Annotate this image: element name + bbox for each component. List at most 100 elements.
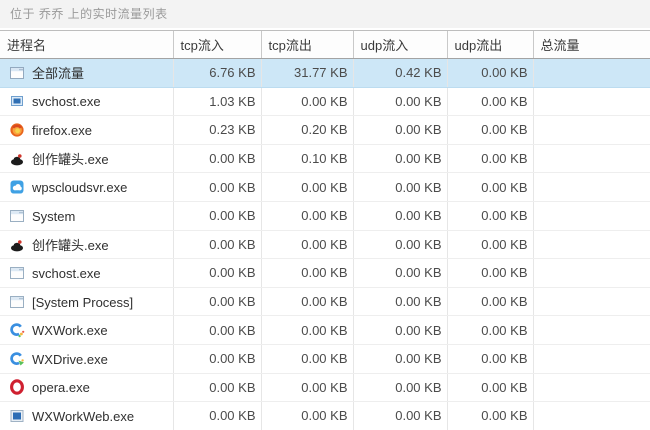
process-name-cell: opera.exe — [0, 373, 173, 402]
table-row[interactable]: firefox.exe0.23 KB0.20 KB0.00 KB0.00 KB — [0, 116, 650, 145]
wxwork-icon — [9, 322, 25, 338]
process-name-cell: 创作罐头.exe — [0, 144, 173, 173]
cell-total — [533, 87, 650, 116]
cell-tcp-in: 0.00 KB — [173, 402, 261, 430]
cell-total — [533, 230, 650, 259]
cell-udp-in: 0.00 KB — [353, 144, 447, 173]
cell-udp-out: 0.00 KB — [447, 87, 533, 116]
table-row[interactable]: opera.exe0.00 KB0.00 KB0.00 KB0.00 KB — [0, 373, 650, 402]
cell-udp-in: 0.00 KB — [353, 116, 447, 145]
process-name: 创作罐头.exe — [32, 238, 109, 253]
cell-total — [533, 116, 650, 145]
cell-total — [533, 287, 650, 316]
cell-tcp-out: 0.00 KB — [261, 87, 353, 116]
table-row[interactable]: 创作罐头.exe0.00 KB0.00 KB0.00 KB0.00 KB — [0, 230, 650, 259]
wxworkweb-icon — [9, 408, 25, 424]
cell-tcp-out: 0.00 KB — [261, 344, 353, 373]
process-name: WXWork.exe — [32, 323, 108, 338]
cell-udp-in: 0.00 KB — [353, 173, 447, 202]
process-name-cell: System — [0, 201, 173, 230]
process-name: WXWorkWeb.exe — [32, 409, 134, 424]
cell-udp-out: 0.00 KB — [447, 116, 533, 145]
cell-total — [533, 259, 650, 288]
table-row[interactable]: wpscloudsvr.exe0.00 KB0.00 KB0.00 KB0.00… — [0, 173, 650, 202]
cell-total — [533, 373, 650, 402]
cell-tcp-out: 0.00 KB — [261, 230, 353, 259]
firefox-icon — [9, 122, 25, 138]
inkpot-icon — [9, 151, 25, 167]
column-header-tcp-in[interactable]: tcp流入 — [173, 31, 261, 59]
app-window-icon — [9, 294, 25, 310]
svchost-icon — [9, 93, 25, 109]
panel-title: 位于 乔乔 上的实时流量列表 — [0, 0, 650, 28]
column-header-udp-out[interactable]: udp流出 — [447, 31, 533, 59]
process-name: 创作罐头.exe — [32, 152, 109, 167]
table-row[interactable]: WXDrive.exe0.00 KB0.00 KB0.00 KB0.00 KB — [0, 344, 650, 373]
cell-tcp-out: 0.00 KB — [261, 402, 353, 430]
cell-udp-in: 0.00 KB — [353, 344, 447, 373]
column-header-udp-in[interactable]: udp流入 — [353, 31, 447, 59]
table-row[interactable]: WXWork.exe0.00 KB0.00 KB0.00 KB0.00 KB — [0, 316, 650, 345]
cell-tcp-out: 0.20 KB — [261, 116, 353, 145]
table-row[interactable]: [System Process]0.00 KB0.00 KB0.00 KB0.0… — [0, 287, 650, 316]
cell-udp-in: 0.00 KB — [353, 201, 447, 230]
cell-tcp-in: 0.00 KB — [173, 259, 261, 288]
cell-udp-out: 0.00 KB — [447, 287, 533, 316]
cell-udp-out: 0.00 KB — [447, 201, 533, 230]
cell-udp-out: 0.00 KB — [447, 344, 533, 373]
app-window-icon — [9, 265, 25, 281]
header-row: 进程名tcp流入tcp流出udp流入udp流出总流量 — [0, 31, 650, 59]
cell-tcp-out: 0.00 KB — [261, 316, 353, 345]
traffic-table: 进程名tcp流入tcp流出udp流入udp流出总流量 全部流量6.76 KB31… — [0, 30, 650, 430]
opera-icon — [9, 379, 25, 395]
cell-udp-out: 0.00 KB — [447, 402, 533, 430]
cell-udp-in: 0.00 KB — [353, 316, 447, 345]
cell-tcp-in: 0.00 KB — [173, 287, 261, 316]
process-name: firefox.exe — [32, 123, 92, 138]
cell-udp-in: 0.42 KB — [353, 59, 447, 88]
cell-total — [533, 316, 650, 345]
process-name-cell: WXWorkWeb.exe — [0, 402, 173, 430]
table-row[interactable]: svchost.exe1.03 KB0.00 KB0.00 KB0.00 KB — [0, 87, 650, 116]
cell-tcp-in: 0.00 KB — [173, 230, 261, 259]
process-name: System — [32, 209, 75, 224]
process-name-cell: wpscloudsvr.exe — [0, 173, 173, 202]
cell-tcp-in: 0.00 KB — [173, 344, 261, 373]
inkpot-icon — [9, 237, 25, 253]
process-name-cell: firefox.exe — [0, 116, 173, 145]
cell-total — [533, 173, 650, 202]
table-row[interactable]: svchost.exe0.00 KB0.00 KB0.00 KB0.00 KB — [0, 259, 650, 288]
table-row[interactable]: System0.00 KB0.00 KB0.00 KB0.00 KB — [0, 201, 650, 230]
cell-tcp-out: 0.00 KB — [261, 259, 353, 288]
cell-total — [533, 344, 650, 373]
cell-udp-out: 0.00 KB — [447, 259, 533, 288]
column-header-total[interactable]: 总流量 — [533, 31, 650, 59]
column-header-tcp-out[interactable]: tcp流出 — [261, 31, 353, 59]
cell-udp-out: 0.00 KB — [447, 59, 533, 88]
column-header-name[interactable]: 进程名 — [0, 31, 173, 59]
cell-udp-out: 0.00 KB — [447, 316, 533, 345]
process-name: [System Process] — [32, 295, 133, 310]
wxdrive-icon — [9, 351, 25, 367]
process-name: svchost.exe — [32, 94, 101, 109]
table-row[interactable]: 全部流量6.76 KB31.77 KB0.42 KB0.00 KB — [0, 59, 650, 88]
cell-tcp-in: 0.00 KB — [173, 201, 261, 230]
cell-tcp-out: 0.10 KB — [261, 144, 353, 173]
process-name-cell: WXWork.exe — [0, 316, 173, 345]
wps-cloud-icon — [9, 179, 25, 195]
cell-udp-in: 0.00 KB — [353, 373, 447, 402]
cell-total — [533, 402, 650, 430]
cell-total — [533, 144, 650, 173]
table-row[interactable]: WXWorkWeb.exe0.00 KB0.00 KB0.00 KB0.00 K… — [0, 402, 650, 430]
process-name: wpscloudsvr.exe — [32, 180, 127, 195]
cell-udp-out: 0.00 KB — [447, 173, 533, 202]
app-window-icon — [9, 208, 25, 224]
cell-udp-out: 0.00 KB — [447, 373, 533, 402]
cell-tcp-out: 0.00 KB — [261, 373, 353, 402]
cell-tcp-in: 0.00 KB — [173, 173, 261, 202]
table-row[interactable]: 创作罐头.exe0.00 KB0.10 KB0.00 KB0.00 KB — [0, 144, 650, 173]
cell-udp-in: 0.00 KB — [353, 87, 447, 116]
process-name: svchost.exe — [32, 266, 101, 281]
process-name: opera.exe — [32, 380, 90, 395]
cell-tcp-out: 0.00 KB — [261, 287, 353, 316]
